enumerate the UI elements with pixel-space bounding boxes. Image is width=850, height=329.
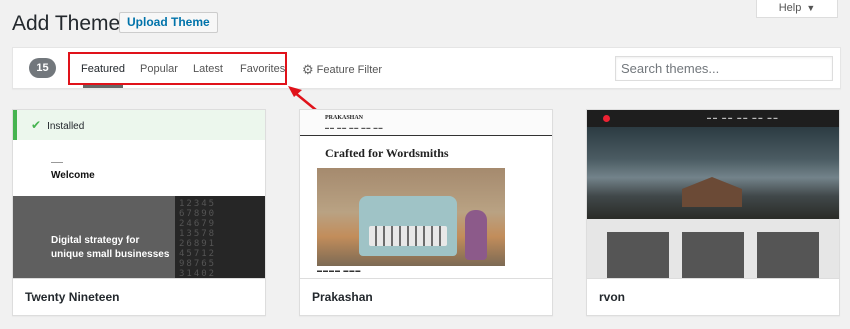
tagline-line-2: unique small businesses	[51, 249, 170, 260]
preview-block	[682, 232, 744, 278]
page-title: Add Themes	[12, 12, 131, 35]
barn-shape	[682, 177, 742, 207]
tab-featured[interactable]: Featured	[81, 63, 125, 75]
check-icon: ✔	[31, 118, 42, 132]
feature-filter-label: Feature Filter	[316, 64, 383, 76]
preview-headline: Crafted for Wordsmiths	[325, 146, 449, 160]
preview-nav: ▬▬ ▬▬ ▬▬ ▬▬ ▬▬	[325, 125, 384, 130]
theme-card-prakashan[interactable]: PRAKASHAN ▬▬ ▬▬ ▬▬ ▬▬ ▬▬ Crafted for Wor…	[299, 109, 553, 316]
barn-storm-image	[587, 127, 839, 219]
theme-screenshot[interactable]: ✔ Installed Welcome 12345 67890 24679 13578 2…	[13, 110, 265, 278]
preview-header: PRAKASHAN ▬▬ ▬▬ ▬▬ ▬▬ ▬▬	[300, 110, 552, 136]
tab-favorites[interactable]: Favorites	[240, 63, 285, 75]
theme-name: Twenty Nineteen	[13, 278, 265, 315]
tab-latest[interactable]: Latest	[193, 63, 223, 75]
filter-tabs-highlight: Featured Popular Latest Favorites	[68, 52, 287, 88]
typewriter-keys	[369, 226, 447, 246]
search-themes-input[interactable]	[615, 56, 833, 81]
calendar-image: 12345 67890 24679 13578 26891 45712 98765 31402	[175, 196, 265, 278]
theme-card-rvon[interactable]: ▬▬ ▬▬ ▬▬ ▬▬ ▬▬ rvon	[586, 109, 840, 316]
installed-label: Installed	[47, 121, 85, 132]
help-tab[interactable]: Help ▼	[756, 0, 838, 18]
preview-logo: PRAKASHAN	[325, 115, 364, 121]
divider	[51, 162, 63, 163]
typewriter-image	[317, 168, 505, 266]
feature-filter-button[interactable]: ⚙ Feature Filter	[302, 61, 382, 77]
preview-top: Welcome	[13, 140, 265, 196]
theme-filter-bar: 15 Featured Popular Latest Favorites ⚙ Fe…	[12, 47, 841, 89]
preview-logo-icon	[603, 115, 610, 122]
current-tab-indicator	[83, 85, 123, 88]
preview-block	[757, 232, 819, 278]
preview-footer: ▬▬▬▬ ▬▬▬	[317, 268, 362, 274]
preview-hero: 12345 67890 24679 13578 26891 45712 98765 31402…	[13, 196, 265, 278]
preview-menu: ▬▬ ▬▬ ▬▬ ▬▬ ▬▬	[707, 115, 780, 120]
caret-down-icon: ▼	[806, 3, 816, 13]
theme-name: Prakashan	[300, 278, 552, 315]
installed-notice: ✔ Installed	[13, 110, 265, 140]
preview-heading: Welcome	[51, 170, 95, 181]
preview-nav-bar: ▬▬ ▬▬ ▬▬ ▬▬ ▬▬	[587, 110, 839, 127]
theme-card-twenty-nineteen[interactable]: ✔ Installed Welcome 12345 67890 24679 13578 2…	[12, 109, 266, 316]
tagline-line-1: Digital strategy for	[51, 235, 140, 246]
gear-icon: ⚙	[302, 62, 314, 77]
help-label: Help	[778, 2, 802, 14]
doll-shape	[465, 210, 487, 260]
theme-count-badge: 15	[29, 58, 56, 78]
theme-screenshot[interactable]: PRAKASHAN ▬▬ ▬▬ ▬▬ ▬▬ ▬▬ Crafted for Wor…	[300, 110, 552, 278]
tab-popular[interactable]: Popular	[140, 63, 178, 75]
theme-name: rvon	[587, 278, 839, 315]
preview-block	[607, 232, 669, 278]
theme-screenshot[interactable]: ▬▬ ▬▬ ▬▬ ▬▬ ▬▬	[587, 110, 839, 278]
preview-tagline: Digital strategy for unique small busine…	[51, 234, 169, 262]
upload-theme-button[interactable]: Upload Theme	[119, 12, 218, 33]
